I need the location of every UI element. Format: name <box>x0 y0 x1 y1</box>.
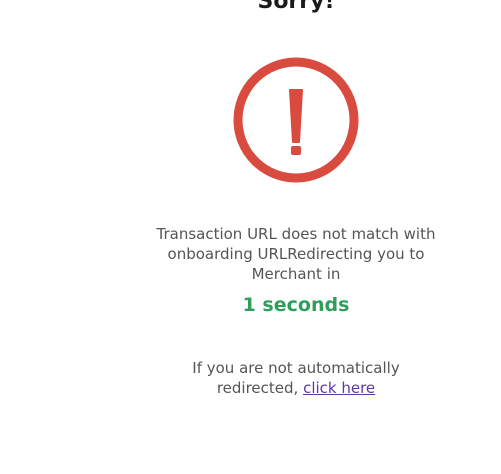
page-title: Sorry! <box>257 0 335 14</box>
redirect-countdown: 1 seconds <box>242 294 350 316</box>
alert-circle-icon <box>233 57 359 183</box>
error-message: Transaction URL does not match with onbo… <box>156 225 436 283</box>
redirect-note: If you are not automatically redirected,… <box>166 358 426 398</box>
error-page: Sorry! Transaction URL does not match wi… <box>0 0 501 474</box>
click-here-link[interactable]: click here <box>303 379 375 397</box>
